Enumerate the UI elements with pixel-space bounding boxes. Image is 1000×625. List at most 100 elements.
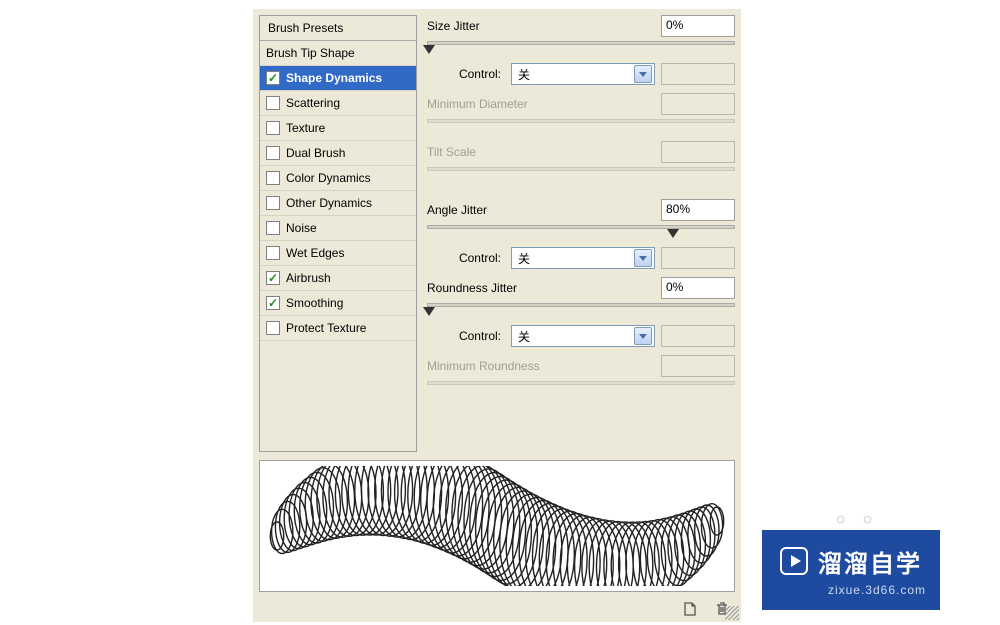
size-control-label: Control:	[459, 67, 501, 81]
brush-settings-panel: Brush Presets Brush Tip Shape Shape Dyna…	[252, 8, 742, 623]
slider-track	[427, 119, 735, 123]
slider-track	[427, 381, 735, 385]
sidebar-item-label: Smoothing	[286, 296, 343, 310]
checkbox-protect-texture[interactable]	[266, 321, 280, 335]
brush-preview-svg	[262, 466, 732, 586]
checkbox-color-dynamics[interactable]	[266, 171, 280, 185]
min-diameter-label: Minimum Diameter	[427, 97, 528, 111]
sidebar-item-label: Other Dynamics	[286, 196, 372, 210]
sidebar-item-label: Noise	[286, 221, 317, 235]
sidebar-item-label: Scattering	[286, 96, 340, 110]
size-jitter-slider[interactable]	[427, 41, 735, 55]
slider-track	[427, 167, 735, 171]
size-control-row: Control: 关	[427, 63, 735, 85]
min-roundness-label: Minimum Roundness	[427, 359, 540, 373]
roundness-control-dropdown[interactable]: 关	[511, 325, 655, 347]
checkbox-other-dynamics[interactable]	[266, 196, 280, 210]
tilt-scale-slider	[427, 167, 735, 181]
sidebar-item-brush-tip-shape[interactable]: Brush Tip Shape	[260, 41, 416, 66]
checkbox-dual-brush[interactable]	[266, 146, 280, 160]
angle-jitter-label: Angle Jitter	[427, 203, 487, 217]
chevron-down-icon	[634, 65, 652, 83]
angle-jitter-slider[interactable]	[427, 225, 735, 239]
angle-jitter-value[interactable]: 80%	[661, 199, 735, 221]
slider-thumb[interactable]	[423, 307, 435, 316]
tilt-scale-value	[661, 141, 735, 163]
dropdown-value: 关	[518, 250, 530, 267]
size-control-aux	[661, 63, 735, 85]
angle-control-row: Control: 关	[427, 247, 735, 269]
sidebar-item-label: Shape Dynamics	[286, 71, 382, 85]
resize-grip-icon[interactable]	[725, 606, 739, 620]
roundness-jitter-label: Roundness Jitter	[427, 281, 517, 295]
sidebar-item-label: Wet Edges	[286, 246, 344, 260]
dropdown-value: 关	[518, 328, 530, 345]
min-roundness-value	[661, 355, 735, 377]
sidebar-item-color-dynamics[interactable]: Color Dynamics	[260, 166, 416, 191]
tilt-scale-row: Tilt Scale	[427, 141, 735, 163]
sidebar-item-label: Texture	[286, 121, 325, 135]
brush-options-sidebar: Brush Presets Brush Tip Shape Shape Dyna…	[259, 15, 417, 452]
sidebar-item-shape-dynamics[interactable]: Shape Dynamics	[260, 66, 416, 91]
chevron-down-icon	[634, 327, 652, 345]
checkbox-shape-dynamics[interactable]	[266, 71, 280, 85]
min-diameter-value	[661, 93, 735, 115]
sidebar-header-presets[interactable]: Brush Presets	[260, 16, 416, 41]
panel-footer	[253, 598, 741, 622]
min-roundness-row: Minimum Roundness	[427, 355, 735, 377]
sidebar-item-other-dynamics[interactable]: Other Dynamics	[260, 191, 416, 216]
angle-control-label: Control:	[459, 251, 501, 265]
sidebar-item-smoothing[interactable]: Smoothing	[260, 291, 416, 316]
sidebar-item-label: Dual Brush	[286, 146, 345, 160]
roundness-jitter-slider[interactable]	[427, 303, 735, 317]
angle-control-aux	[661, 247, 735, 269]
sidebar-item-wet-edges[interactable]: Wet Edges	[260, 241, 416, 266]
watermark-text: 溜溜自学	[818, 544, 922, 579]
slider-track	[427, 41, 735, 45]
brush-stroke-preview	[259, 460, 735, 592]
sidebar-item-label: Protect Texture	[286, 321, 366, 335]
chevron-down-icon	[634, 249, 652, 267]
checkbox-smoothing[interactable]	[266, 296, 280, 310]
sidebar-item-texture[interactable]: Texture	[260, 116, 416, 141]
shape-dynamics-settings: Size Jitter 0% Control: 关 Minimum Diamet…	[417, 9, 741, 452]
roundness-control-label: Control:	[459, 329, 501, 343]
min-roundness-slider	[427, 381, 735, 395]
slider-thumb[interactable]	[667, 229, 679, 238]
watermark-badge: 溜溜自学 zixue.3d66.com	[762, 530, 940, 610]
roundness-jitter-row: Roundness Jitter 0%	[427, 277, 735, 299]
sidebar-item-noise[interactable]: Noise	[260, 216, 416, 241]
play-icon	[780, 547, 808, 575]
dropdown-value: 关	[518, 66, 530, 83]
sidebar-item-dual-brush[interactable]: Dual Brush	[260, 141, 416, 166]
min-diameter-slider	[427, 119, 735, 133]
size-jitter-value[interactable]: 0%	[661, 15, 735, 37]
checkbox-wet-edges[interactable]	[266, 246, 280, 260]
sidebar-item-label: Color Dynamics	[286, 171, 371, 185]
sidebar-item-protect-texture[interactable]: Protect Texture	[260, 316, 416, 341]
roundness-control-aux	[661, 325, 735, 347]
sidebar-spacer	[260, 341, 416, 451]
panel-body: Brush Presets Brush Tip Shape Shape Dyna…	[253, 9, 741, 456]
size-control-dropdown[interactable]: 关	[511, 63, 655, 85]
roundness-jitter-value[interactable]: 0%	[661, 277, 735, 299]
checkbox-airbrush[interactable]	[266, 271, 280, 285]
new-preset-icon[interactable]	[681, 600, 699, 618]
sidebar-item-label: Brush Tip Shape	[266, 46, 355, 60]
tilt-scale-label: Tilt Scale	[427, 145, 476, 159]
slider-track	[427, 225, 735, 229]
watermark-url: zixue.3d66.com	[828, 583, 926, 597]
min-diameter-row: Minimum Diameter	[427, 93, 735, 115]
checkbox-noise[interactable]	[266, 221, 280, 235]
angle-control-dropdown[interactable]: 关	[511, 247, 655, 269]
checkbox-scattering[interactable]	[266, 96, 280, 110]
slider-thumb[interactable]	[423, 45, 435, 54]
slider-track	[427, 303, 735, 307]
angle-jitter-row: Angle Jitter 80%	[427, 199, 735, 221]
sidebar-item-airbrush[interactable]: Airbrush	[260, 266, 416, 291]
roundness-control-row: Control: 关	[427, 325, 735, 347]
size-jitter-label: Size Jitter	[427, 19, 480, 33]
checkbox-texture[interactable]	[266, 121, 280, 135]
sidebar-item-scattering[interactable]: Scattering	[260, 91, 416, 116]
size-jitter-row: Size Jitter 0%	[427, 15, 735, 37]
